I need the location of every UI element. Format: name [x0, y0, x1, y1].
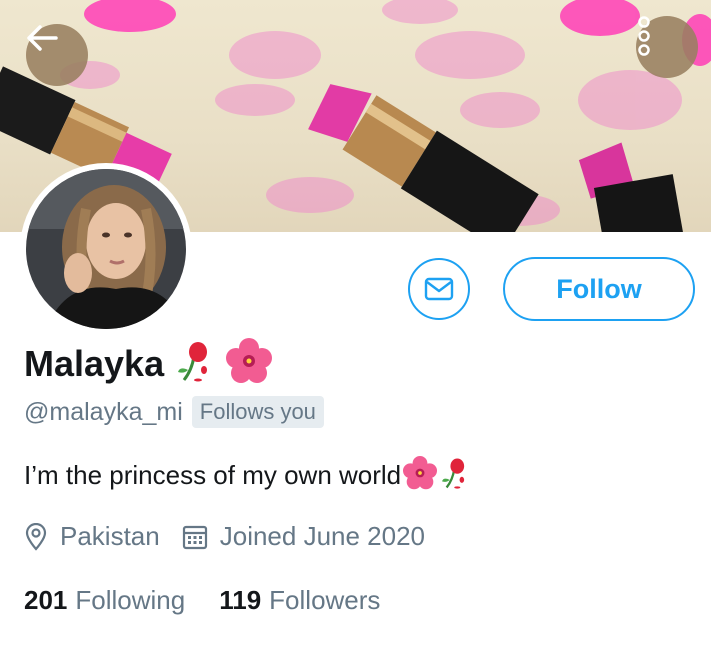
- more-options-button[interactable]: [636, 16, 698, 78]
- display-name: Malayka: [24, 342, 165, 384]
- location-text: Pakistan: [60, 521, 160, 551]
- display-name-row: Malayka: [24, 338, 273, 389]
- message-button[interactable]: [408, 258, 470, 320]
- follows-you-badge: Follows you: [191, 396, 324, 428]
- username-handle: @malayka_mi: [24, 397, 183, 426]
- followers-count: 119: [219, 585, 262, 615]
- joined-item: Joined June 2020: [182, 521, 425, 552]
- profile-meta: Pakistan Joined June 2020: [24, 521, 425, 552]
- back-button[interactable]: [26, 24, 88, 86]
- location-item: Pakistan: [24, 521, 160, 552]
- followers-link[interactable]: 119 Followers: [219, 585, 380, 616]
- wilted-flower-emoji: [439, 457, 471, 494]
- joined-text: Joined June 2020: [219, 521, 426, 551]
- hibiscus-emoji: [403, 456, 438, 495]
- hibiscus-emoji: [226, 338, 273, 389]
- bio-text: I’m the princess of my own world: [24, 460, 402, 490]
- follow-stats: 201 Following 119 Followers: [24, 585, 380, 616]
- arrow-left-icon: [27, 25, 58, 51]
- follow-button[interactable]: Follow: [503, 257, 695, 321]
- following-count: 201: [24, 585, 68, 615]
- bio-row: I’m the princess of my own world: [24, 456, 471, 495]
- following-label: Following: [75, 585, 186, 615]
- avatar[interactable]: [20, 163, 192, 335]
- wilted-flower-emoji: [174, 340, 216, 387]
- handle-row: @malayka_mi Follows you: [24, 396, 324, 428]
- mail-icon: [424, 277, 454, 301]
- calendar-icon: [182, 525, 207, 549]
- location-pin-icon: [25, 522, 47, 551]
- followers-label: Followers: [269, 585, 381, 615]
- more-vertical-icon: [638, 16, 650, 56]
- avatar-photo: [26, 169, 186, 329]
- following-link[interactable]: 201 Following: [24, 585, 185, 616]
